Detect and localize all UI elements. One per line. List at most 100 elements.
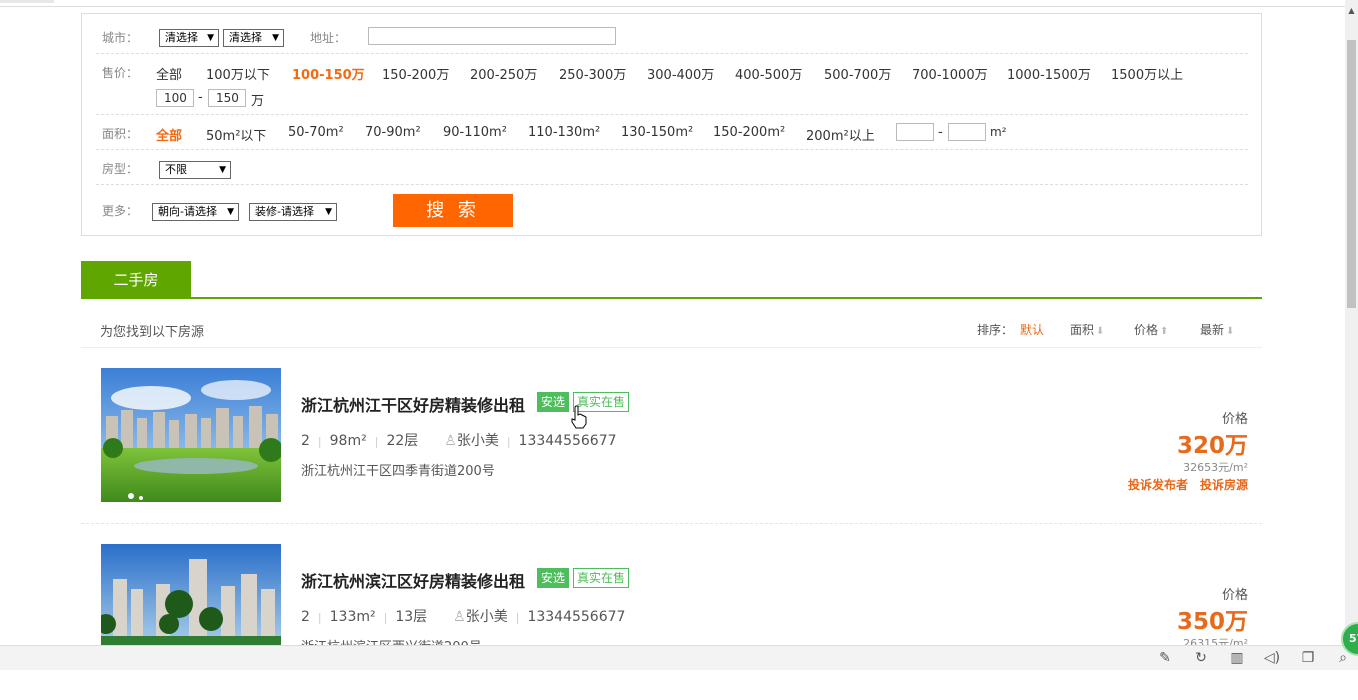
city-label: 城市： <box>102 31 139 45</box>
sort-latest[interactable]: 最新 ⬇ <box>1200 321 1234 338</box>
price-option-500-700[interactable]: 500-700万 <box>824 64 891 83</box>
volume-icon[interactable]: ◁) <box>1263 649 1281 667</box>
listing-meta: 2 | 133m² | 13层 ♙张小美 | 13344556677 <box>301 609 626 625</box>
area-option-70-90[interactable]: 70-90m² <box>365 125 421 140</box>
listing-item: 浙江杭州江干区好房精装修出租 安选 真实在售 2 | 98m² | 22层 ♙张小美 | 13… <box>81 368 1262 524</box>
area-option-50-70[interactable]: 50-70m² <box>288 125 344 140</box>
price-max-input[interactable]: 150 <box>208 89 246 107</box>
area-option-over-200[interactable]: 200m²以上 <box>806 125 875 144</box>
price-option-under-100[interactable]: 100万以下 <box>206 64 270 83</box>
listing-price: 320万 <box>1176 433 1248 459</box>
listing-rooms: 2 <box>301 609 310 625</box>
complain-links: 投诉发布者 投诉房源 <box>1128 476 1248 493</box>
price-min-input[interactable]: 100 <box>156 89 194 107</box>
scroll-up-icon[interactable]: ▲ <box>1345 6 1358 15</box>
listing-photo[interactable] <box>101 368 281 502</box>
price-option-250-300[interactable]: 250-300万 <box>559 64 626 83</box>
verified-badge: 安选 <box>537 568 570 588</box>
results-bar: 为您找到以下房源 排序： 默认 面积 ⬇ 价格 ⬆ 最新 ⬇ <box>81 310 1262 348</box>
unit-price: 32653元/m² <box>1183 461 1248 474</box>
real-listing-badge: 真实在售 <box>573 568 630 588</box>
layout-select[interactable]: 不限 ▼ <box>159 161 231 179</box>
listing-item: 浙江杭州滨江区好房精装修出租 安选 真实在售 2 | 133m² | 13层 ♙张小美 | 1… <box>81 544 1262 700</box>
sort-area[interactable]: 面积 ⬇ <box>1070 321 1104 338</box>
chevron-down-icon: ▼ <box>207 33 214 43</box>
arrow-down-icon: ⬇ <box>1096 326 1105 337</box>
listing-floor: 13层 <box>395 609 428 625</box>
chevron-down-icon: ▼ <box>325 207 332 217</box>
price-option-200-250[interactable]: 200-250万 <box>470 64 537 83</box>
listing-title[interactable]: 浙江杭州江干区好房精装修出租 <box>301 392 525 416</box>
top-bar <box>0 0 1345 7</box>
user-icon: ♙ <box>453 609 466 625</box>
listing-photo[interactable] <box>101 544 281 645</box>
price-label: 价格 <box>1221 412 1248 427</box>
sort-price[interactable]: 价格 ⬆ <box>1134 321 1168 338</box>
area-option-150-200[interactable]: 150-200m² <box>713 125 785 140</box>
price-option-over-1500[interactable]: 1500万以上 <box>1111 64 1183 83</box>
area-max-input[interactable] <box>948 123 986 141</box>
price-option-100-150[interactable]: 100-150万 <box>292 64 365 83</box>
price-range-dash: - <box>198 90 203 105</box>
listing-title[interactable]: 浙江杭州滨江区好房精装修出租 <box>301 568 525 592</box>
tab-underline <box>81 297 1262 299</box>
area-range-dash: - <box>938 125 943 140</box>
price-option-all[interactable]: 全部 <box>156 64 182 83</box>
chevron-down-icon: ▼ <box>219 165 226 175</box>
price-option-700-1000[interactable]: 700-1000万 <box>912 64 988 83</box>
vertical-scrollbar[interactable]: ▲ <box>1345 0 1358 645</box>
area-option-90-110[interactable]: 90-110m² <box>443 125 507 140</box>
listing-price: 350万 <box>1176 609 1248 635</box>
trash-icon[interactable]: ▥ <box>1228 649 1246 667</box>
results-found-text: 为您找到以下房源 <box>100 325 205 340</box>
search-button[interactable]: 搜 索 <box>393 194 513 227</box>
complain-listing-link[interactable]: 投诉房源 <box>1200 478 1248 492</box>
area-option-110-130[interactable]: 110-130m² <box>528 125 600 140</box>
area-option-all[interactable]: 全部 <box>156 125 182 144</box>
scroll-thumb[interactable] <box>1347 40 1356 308</box>
listing-phone: 13344556677 <box>518 433 617 449</box>
price-option-300-400[interactable]: 300-400万 <box>647 64 714 83</box>
chevron-down-icon: ▼ <box>272 33 279 43</box>
arrow-down-icon: ⬇ <box>1226 326 1235 337</box>
area-option-130-150[interactable]: 130-150m² <box>621 125 693 140</box>
verified-badge: 安选 <box>537 392 570 412</box>
filter-row-area: 面积： 全部 50m²以下 50-70m² 70-90m² 90-110m² 1… <box>96 115 1248 150</box>
price-option-1000-1500[interactable]: 1000-1500万 <box>1007 64 1091 83</box>
address-input[interactable] <box>368 27 616 45</box>
chevron-down-icon: ▼ <box>227 207 234 217</box>
area-label: 面积： <box>102 127 139 141</box>
complain-publisher-link[interactable]: 投诉发布者 <box>1128 478 1188 492</box>
hand-cursor-icon <box>571 405 587 429</box>
window-icon[interactable]: ❐ <box>1299 649 1317 667</box>
area-option-under-50[interactable]: 50m²以下 <box>206 125 266 144</box>
price-unit: 万 <box>251 94 265 109</box>
price-label: 价格 <box>1221 588 1248 603</box>
area-unit: m² <box>990 125 1007 139</box>
pin-icon[interactable]: ✎ <box>1156 649 1174 667</box>
filter-row-price: 售价： 全部 100万以下 100-150万 150-200万 200-250万… <box>96 54 1248 115</box>
more-label: 更多： <box>102 204 139 218</box>
area-min-input[interactable] <box>896 123 934 141</box>
listing-agent: 张小美 <box>465 609 508 625</box>
price-option-150-200[interactable]: 150-200万 <box>382 64 449 83</box>
province-select[interactable]: 清选择 ▼ <box>159 29 219 47</box>
user-icon: ♙ <box>444 433 457 449</box>
filter-row-layout: 房型： 不限 ▼ <box>96 150 1248 185</box>
city-select[interactable]: 清选择 ▼ <box>223 29 284 47</box>
listing-meta: 2 | 98m² | 22层 ♙张小美 | 13344556677 <box>301 433 617 449</box>
listing-size: 133m² <box>329 609 376 625</box>
tab-second-hand[interactable]: 二手房 <box>81 261 191 299</box>
decoration-select[interactable]: 装修-请选择 ▼ <box>249 203 337 221</box>
orientation-select[interactable]: 朝向-请选择 ▼ <box>152 203 239 221</box>
listing-address: 浙江杭州江干区四季青街道200号 <box>301 464 495 479</box>
price-label: 售价： <box>102 66 139 80</box>
sort-label: 排序： <box>977 323 1014 337</box>
listing-phone: 13344556677 <box>527 609 626 625</box>
price-option-400-500[interactable]: 400-500万 <box>735 64 802 83</box>
listing-rooms: 2 <box>301 433 310 449</box>
filter-row-city: 城市： 清选择 ▼ 清选择 ▼ 地址： <box>96 14 1248 54</box>
sort-default[interactable]: 默认 <box>1020 321 1044 338</box>
listing-size: 98m² <box>329 433 367 449</box>
refresh-icon[interactable]: ↻ <box>1192 649 1210 667</box>
